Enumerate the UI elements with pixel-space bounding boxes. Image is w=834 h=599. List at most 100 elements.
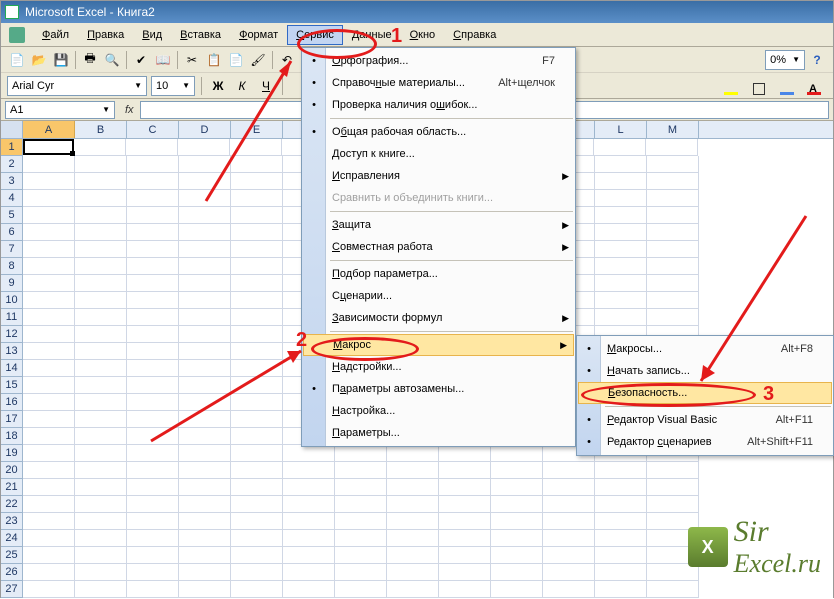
row-header[interactable]: 12: [1, 326, 23, 343]
macros-submenu-item[interactable]: •Редактор сценариевAlt+Shift+F11: [577, 431, 833, 453]
cell[interactable]: [231, 547, 283, 564]
cell[interactable]: [335, 530, 387, 547]
paste-icon[interactable]: 📄: [226, 50, 246, 70]
cell[interactable]: [647, 241, 699, 258]
cell[interactable]: [335, 445, 387, 462]
cell[interactable]: [127, 394, 179, 411]
cell[interactable]: [23, 428, 75, 445]
cell[interactable]: [647, 275, 699, 292]
cell[interactable]: [491, 581, 543, 598]
copy-icon[interactable]: 📋: [204, 50, 224, 70]
cell[interactable]: [179, 513, 231, 530]
cell[interactable]: [647, 173, 699, 190]
cell[interactable]: [491, 530, 543, 547]
cell[interactable]: [23, 530, 75, 547]
cell[interactable]: [179, 479, 231, 496]
row-header[interactable]: 25: [1, 547, 23, 564]
cell[interactable]: [179, 581, 231, 598]
cell[interactable]: [231, 275, 283, 292]
cell[interactable]: [75, 581, 127, 598]
font-name-select[interactable]: Arial Cyr ▼: [7, 76, 147, 96]
cell[interactable]: [23, 581, 75, 598]
cell[interactable]: [595, 530, 647, 547]
cell[interactable]: [23, 479, 75, 496]
control-menu-icon[interactable]: [9, 27, 25, 43]
cell[interactable]: [387, 462, 439, 479]
menu-вид[interactable]: Вид: [133, 25, 171, 45]
cell[interactable]: [387, 530, 439, 547]
service-menu-item[interactable]: •Проверка наличия ошибок...: [302, 94, 575, 116]
cell[interactable]: [595, 241, 647, 258]
service-menu-item[interactable]: •Общая рабочая область...: [302, 121, 575, 143]
name-box[interactable]: A1 ▼: [5, 101, 115, 119]
cell[interactable]: [595, 156, 647, 173]
cell[interactable]: [127, 241, 179, 258]
cell[interactable]: [127, 309, 179, 326]
row-header[interactable]: 2: [1, 156, 23, 173]
menu-сервис[interactable]: Сервис: [287, 25, 343, 45]
cell[interactable]: [595, 496, 647, 513]
cell[interactable]: [543, 547, 595, 564]
cell[interactable]: [543, 564, 595, 581]
macros-submenu-item[interactable]: Безопасность...: [578, 382, 832, 404]
cell[interactable]: [179, 564, 231, 581]
cell[interactable]: [647, 479, 699, 496]
fx-label[interactable]: fx: [125, 104, 134, 116]
cell[interactable]: [647, 292, 699, 309]
cell[interactable]: [127, 479, 179, 496]
cell[interactable]: [647, 462, 699, 479]
cell[interactable]: [23, 360, 75, 377]
cell[interactable]: [127, 496, 179, 513]
cell[interactable]: [23, 156, 75, 173]
cell[interactable]: [335, 479, 387, 496]
cell[interactable]: [543, 496, 595, 513]
cell[interactable]: [335, 581, 387, 598]
cell[interactable]: [75, 258, 127, 275]
cell[interactable]: [595, 173, 647, 190]
cell[interactable]: [543, 581, 595, 598]
cell[interactable]: [491, 547, 543, 564]
cell[interactable]: [75, 462, 127, 479]
cell[interactable]: [387, 581, 439, 598]
row-header[interactable]: 7: [1, 241, 23, 258]
cell[interactable]: [283, 445, 335, 462]
cell[interactable]: [179, 275, 231, 292]
menu-правка[interactable]: Правка: [78, 25, 133, 45]
cell[interactable]: [75, 241, 127, 258]
cell[interactable]: [335, 513, 387, 530]
underline-button[interactable]: Ч: [256, 76, 276, 96]
cell[interactable]: [23, 190, 75, 207]
cell[interactable]: [647, 207, 699, 224]
row-header[interactable]: 16: [1, 394, 23, 411]
cell[interactable]: [283, 530, 335, 547]
cell[interactable]: [647, 224, 699, 241]
row-header[interactable]: 21: [1, 479, 23, 496]
cell[interactable]: [23, 445, 75, 462]
row-header[interactable]: 26: [1, 564, 23, 581]
zoom-select[interactable]: 0% ▼: [765, 50, 805, 70]
cell[interactable]: [75, 547, 127, 564]
cell[interactable]: [335, 547, 387, 564]
cell[interactable]: [127, 326, 179, 343]
cell[interactable]: [283, 547, 335, 564]
cell[interactable]: [439, 445, 491, 462]
service-menu-item[interactable]: •Орфография...F7: [302, 50, 575, 72]
cell[interactable]: [491, 496, 543, 513]
border-button[interactable]: [747, 76, 771, 96]
menu-файл[interactable]: Файл: [33, 25, 78, 45]
cell[interactable]: [75, 428, 127, 445]
row-header[interactable]: 18: [1, 428, 23, 445]
cell[interactable]: [283, 581, 335, 598]
cell[interactable]: [335, 462, 387, 479]
cell[interactable]: [23, 343, 75, 360]
row-header[interactable]: 22: [1, 496, 23, 513]
cell[interactable]: [231, 394, 283, 411]
row-header[interactable]: 5: [1, 207, 23, 224]
cell[interactable]: [231, 292, 283, 309]
cell[interactable]: [127, 190, 179, 207]
cell[interactable]: [127, 156, 179, 173]
cell[interactable]: [23, 207, 75, 224]
macros-submenu-item[interactable]: •Начать запись...: [577, 360, 833, 382]
cell[interactable]: [491, 564, 543, 581]
cut-icon[interactable]: ✂: [182, 50, 202, 70]
